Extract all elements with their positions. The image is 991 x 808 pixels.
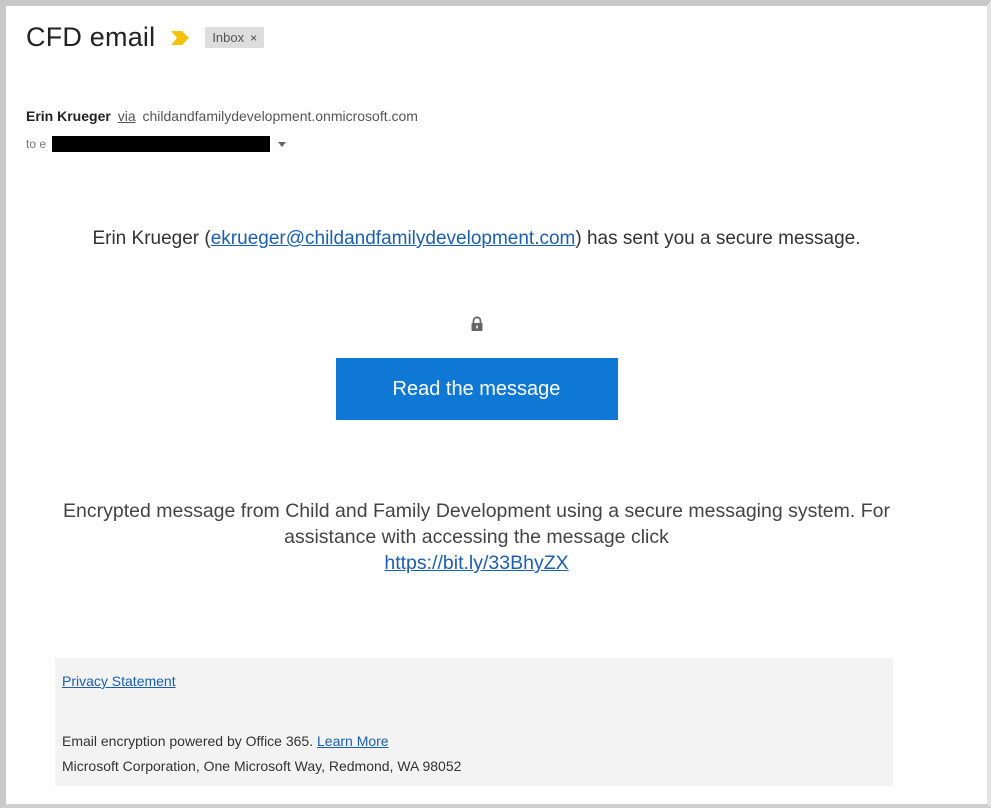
importance-marker-icon[interactable] bbox=[169, 29, 191, 47]
chevron-down-icon[interactable] bbox=[278, 141, 287, 147]
encryption-notice: Email encryption powered by Office 365. … bbox=[62, 733, 389, 749]
encrypted-message-info: Encrypted message from Child and Family … bbox=[60, 498, 893, 576]
redacted-recipient bbox=[52, 136, 271, 152]
sender-row: Erin Krueger via childandfamilydevelopme… bbox=[26, 108, 418, 124]
lock-icon bbox=[471, 316, 482, 331]
secure-notice-suffix: ) has sent you a secure message. bbox=[575, 228, 861, 249]
privacy-statement-link[interactable]: Privacy Statement bbox=[62, 673, 176, 689]
sender-display-name: Erin Krueger ( bbox=[92, 228, 211, 249]
encrypted-info-text: Encrypted message from Child and Family … bbox=[63, 500, 890, 548]
email-subject: CFD email bbox=[26, 22, 156, 52]
inbox-label-chip[interactable]: Inbox × bbox=[205, 27, 265, 48]
message-body: Erin Krueger (ekrueger@childandfamilydev… bbox=[60, 226, 893, 576]
assistance-link[interactable]: https://bit.ly/33BhyZX bbox=[384, 552, 568, 574]
lock-container bbox=[60, 316, 893, 332]
secure-message-notice: Erin Krueger (ekrueger@childandfamilydev… bbox=[60, 226, 893, 252]
email-footer: Privacy Statement Email encryption power… bbox=[55, 658, 893, 786]
via-link[interactable]: via bbox=[118, 108, 136, 124]
inbox-label-text: Inbox bbox=[212, 30, 245, 45]
recipient-row: to e bbox=[26, 136, 287, 152]
remove-label-icon[interactable]: × bbox=[250, 31, 257, 45]
subject-row: CFD email Inbox × bbox=[26, 22, 265, 53]
read-message-button[interactable]: Read the message bbox=[335, 358, 618, 420]
company-address: Microsoft Corporation, One Microsoft Way… bbox=[62, 758, 462, 774]
to-label: to e bbox=[26, 137, 47, 151]
learn-more-link[interactable]: Learn More bbox=[317, 733, 389, 749]
sender-name[interactable]: Erin Krueger bbox=[26, 108, 111, 124]
sender-domain: childandfamilydevelopment.onmicrosoft.co… bbox=[142, 108, 418, 124]
encryption-text: Email encryption powered by Office 365. bbox=[62, 733, 314, 749]
sender-email-link[interactable]: ekrueger@childandfamilydevelopment.com bbox=[211, 228, 576, 249]
